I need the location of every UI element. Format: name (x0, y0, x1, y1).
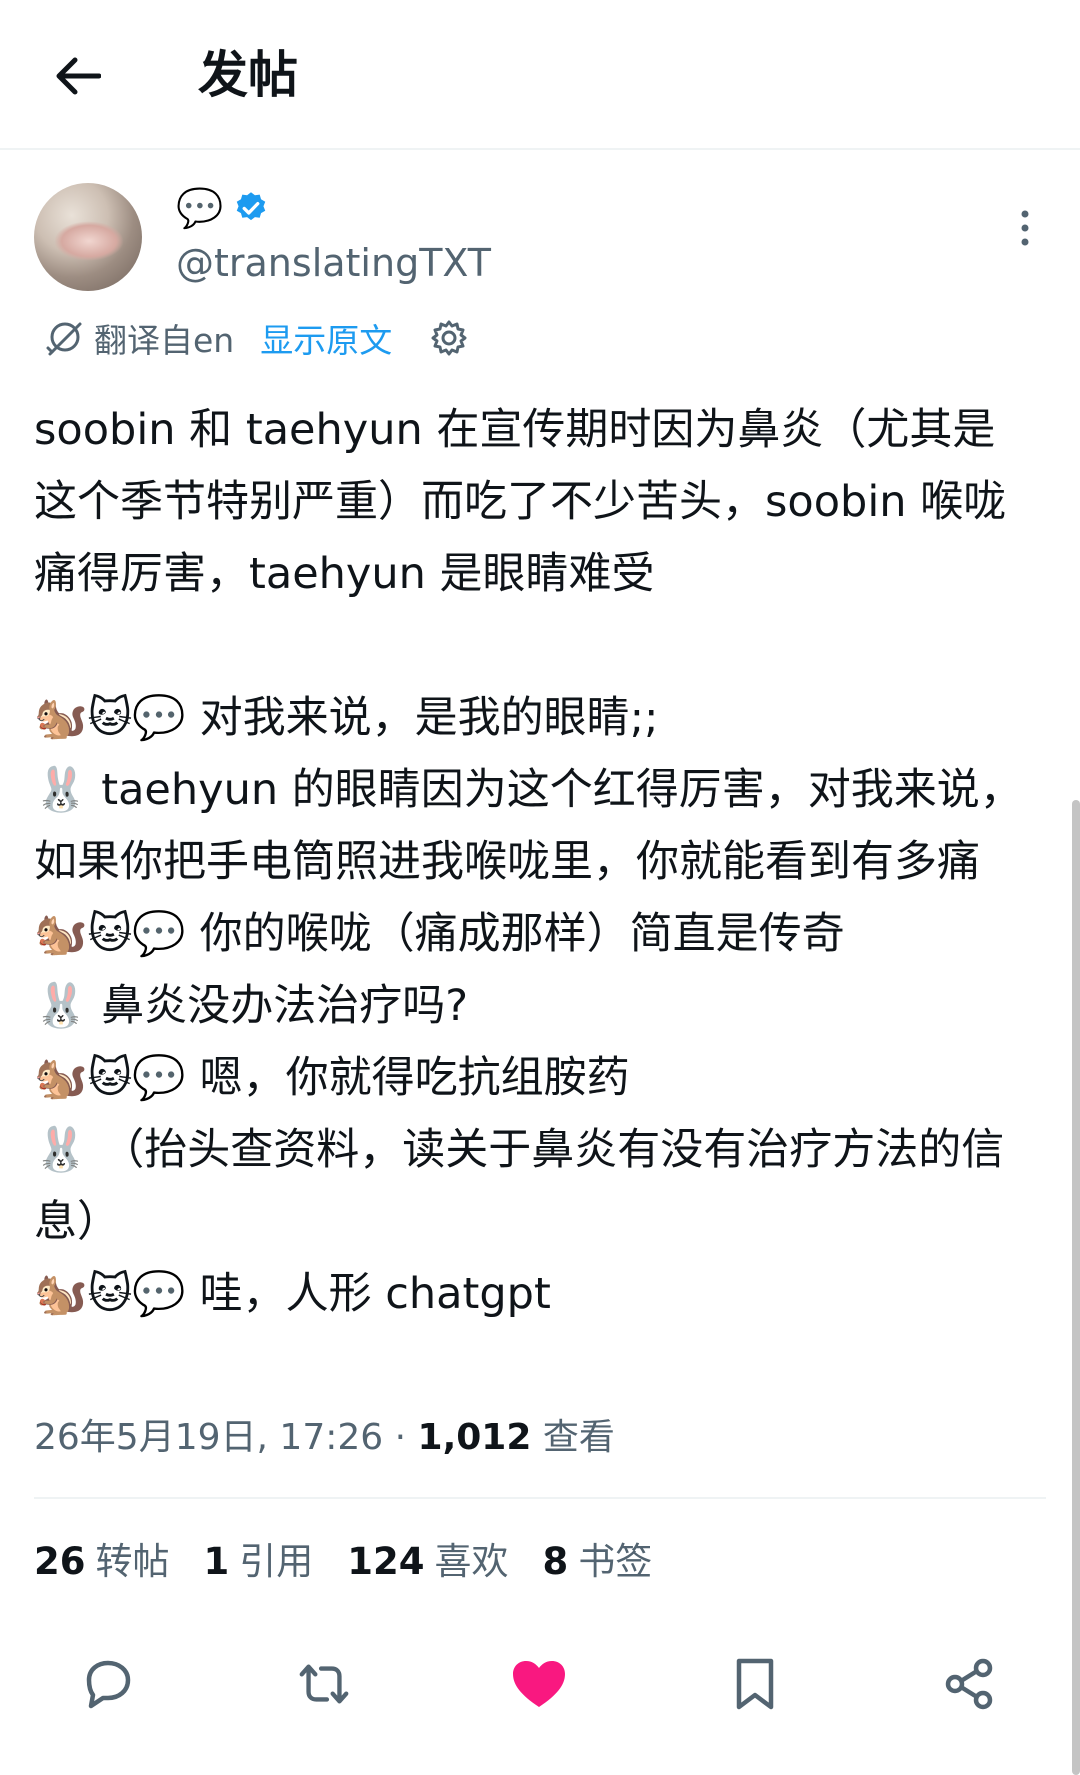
show-original-link[interactable]: 显示原文 (260, 314, 392, 362)
engagement-stats: 26 转帖 1 引用 124 喜欢 8 书签 (34, 1537, 652, 1587)
retweets-count: 26 (34, 1540, 86, 1583)
bookmark-button[interactable] (727, 1656, 783, 1712)
timestamp[interactable]: 26年5月19日, 17:26 (34, 1417, 383, 1458)
quotes-count: 1 (203, 1540, 230, 1583)
bookmarks-count: 8 (542, 1540, 569, 1583)
user-handle[interactable]: @translatingTXT (176, 238, 491, 288)
more-options-icon[interactable] (1012, 206, 1038, 250)
bookmark-icon (736, 1658, 774, 1710)
view-label: 查看 (542, 1417, 615, 1458)
retweets-label: 转帖 (95, 1540, 170, 1583)
page-title: 发帖 (198, 46, 298, 104)
gear-icon[interactable] (428, 317, 470, 359)
display-name[interactable]: 💬 (176, 186, 269, 230)
tweet-text: soobin 和 taehyun 在宣传期时因为鼻炎（尤其是这个季节特别严重）而… (34, 405, 1023, 1319)
likes-label: 喜欢 (434, 1540, 509, 1583)
quotes-stat[interactable]: 1 引用 (204, 1537, 314, 1587)
top-bar: 发帖 (0, 0, 1080, 150)
translation-bar: 翻译自en 显示原文 (44, 316, 470, 360)
share-button[interactable] (942, 1656, 998, 1712)
heart-icon (513, 1661, 565, 1707)
likes-count: 124 (347, 1540, 425, 1583)
view-count: 1,012 (417, 1417, 532, 1458)
arrow-left-icon (56, 57, 101, 95)
retweets-stat[interactable]: 26 转帖 (34, 1537, 170, 1587)
retweet-icon (299, 1664, 349, 1704)
bookmarks-label: 书签 (578, 1540, 653, 1583)
reply-button[interactable] (80, 1656, 136, 1712)
action-bar (0, 1648, 1080, 1718)
back-button[interactable] (48, 46, 108, 106)
separator: · (394, 1417, 407, 1458)
bookmarks-stat[interactable]: 8 书签 (542, 1537, 652, 1587)
retweet-button[interactable] (296, 1656, 352, 1712)
share-icon (945, 1658, 993, 1710)
likes-stat[interactable]: 124 喜欢 (347, 1537, 508, 1587)
quotes-label: 引用 (239, 1540, 314, 1583)
translate-icon (46, 322, 82, 356)
divider (34, 1497, 1046, 1499)
like-button[interactable] (511, 1656, 567, 1712)
avatar[interactable] (34, 183, 142, 291)
scrollbar[interactable] (1072, 800, 1080, 1775)
speech-balloon-icon: 💬 (176, 186, 224, 230)
verified-badge-icon (237, 192, 266, 221)
translated-from-label: 翻译自en (94, 321, 235, 360)
timestamp-row: 26年5月19日, 17:26 · 1,012 查看 (34, 1414, 615, 1462)
reply-icon (86, 1660, 131, 1709)
